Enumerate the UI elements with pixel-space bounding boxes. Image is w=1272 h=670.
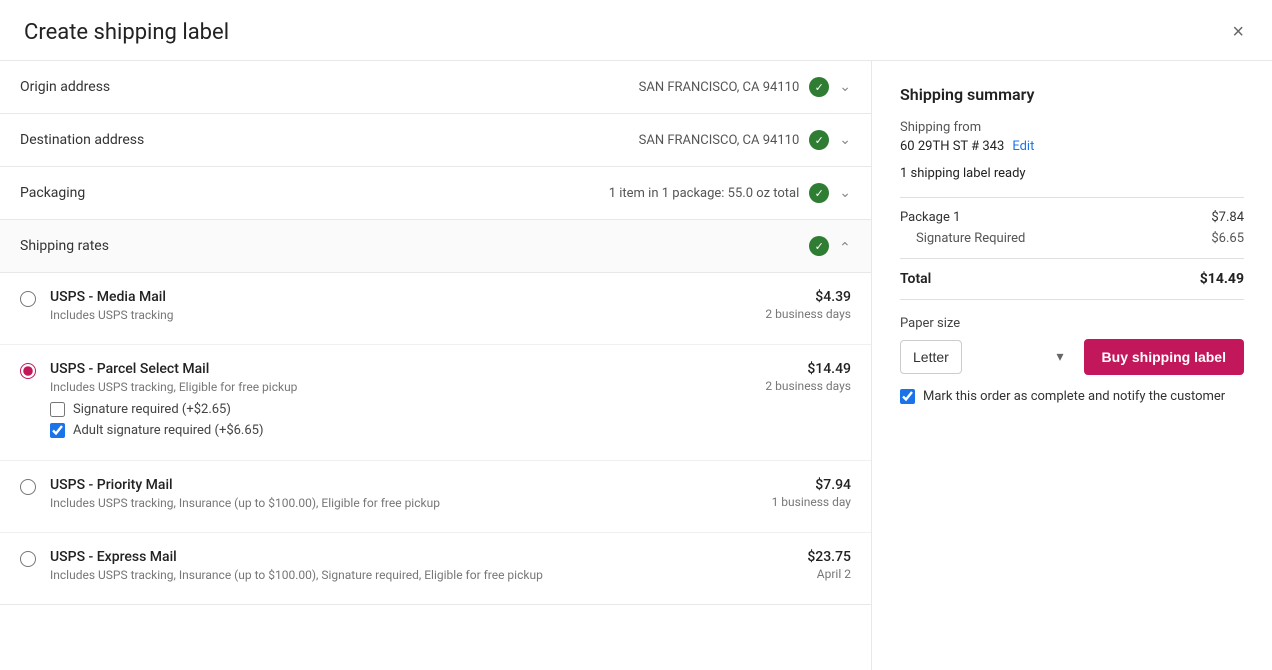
paper-size-select-wrapper: Letter 4x6 xyxy=(900,340,1074,374)
rate-price-usps-media-mail: $4.39 xyxy=(765,289,851,305)
rate-details-usps-express-mail: USPS - Express Mail Includes USPS tracki… xyxy=(50,549,791,588)
packaging-label: Packaging xyxy=(20,185,85,201)
summary-shipping-from-label: Shipping from xyxy=(900,120,1244,135)
rate-radio-usps-parcel-select[interactable] xyxy=(20,363,36,383)
packaging-section: Packaging 1 item in 1 package: 55.0 oz t… xyxy=(0,167,871,220)
rate-name-usps-priority-mail: USPS - Priority Mail xyxy=(50,477,756,493)
destination-address-chevron-icon: ⌄ xyxy=(839,132,851,148)
adult-sig-required-checkbox[interactable] xyxy=(50,423,65,438)
shipping-rates-check-icon: ✓ xyxy=(809,236,829,256)
rate-options-usps-parcel-select: Signature required (+$2.65) Adult signat… xyxy=(50,402,749,438)
modal-title: Create shipping label xyxy=(24,20,229,45)
rate-desc-usps-parcel-select: Includes USPS tracking, Eligible for fre… xyxy=(50,380,749,394)
notify-customer-label[interactable]: Mark this order as complete and notify t… xyxy=(923,389,1225,404)
shipping-rates-header[interactable]: Shipping rates ✓ ⌄ xyxy=(0,220,871,273)
rate-price-block-usps-media-mail: $4.39 2 business days xyxy=(765,289,851,321)
rate-radio-usps-express-mail[interactable] xyxy=(20,551,36,571)
rate-details-usps-media-mail: USPS - Media Mail Includes USPS tracking xyxy=(50,289,749,328)
rate-price-block-usps-priority-mail: $7.94 1 business day xyxy=(772,477,851,509)
rate-option-signature-required: Signature required (+$2.65) xyxy=(50,402,749,417)
adult-sig-required-label[interactable]: Adult signature required (+$6.65) xyxy=(73,423,264,438)
packaging-header[interactable]: Packaging 1 item in 1 package: 55.0 oz t… xyxy=(0,167,871,219)
destination-address-right: SAN FRANCISCO, CA 94110 ✓ ⌄ xyxy=(639,130,851,150)
rate-desc-usps-express-mail: Includes USPS tracking, Insurance (up to… xyxy=(50,568,791,582)
rate-days-usps-media-mail: 2 business days xyxy=(765,307,851,321)
shipping-rates-chevron-icon: ⌄ xyxy=(839,238,851,254)
origin-address-section: Origin address SAN FRANCISCO, CA 94110 ✓… xyxy=(0,61,871,114)
rate-item-usps-media-mail: USPS - Media Mail Includes USPS tracking… xyxy=(0,273,871,345)
rate-days-usps-parcel-select: 2 business days xyxy=(765,379,851,393)
summary-signature-price: $6.65 xyxy=(1211,231,1244,246)
rate-option-adult-sig-required: Adult signature required (+$6.65) xyxy=(50,423,749,438)
rate-price-usps-express-mail: $23.75 xyxy=(807,549,851,565)
rate-details-usps-parcel-select: USPS - Parcel Select Mail Includes USPS … xyxy=(50,361,749,444)
modal-header: Create shipping label × xyxy=(0,0,1272,61)
close-button[interactable]: × xyxy=(1228,18,1248,46)
packaging-value: 1 item in 1 package: 55.0 oz total xyxy=(609,186,800,201)
rate-name-usps-parcel-select: USPS - Parcel Select Mail xyxy=(50,361,749,377)
shipping-rates-section: Shipping rates ✓ ⌄ USPS - Media Mail Inc… xyxy=(0,220,871,605)
paper-size-select[interactable]: Letter 4x6 xyxy=(900,340,962,374)
rate-item-usps-express-mail: USPS - Express Mail Includes USPS tracki… xyxy=(0,533,871,604)
origin-address-right: SAN FRANCISCO, CA 94110 ✓ ⌄ xyxy=(639,77,851,97)
rate-price-block-usps-parcel-select: $14.49 2 business days xyxy=(765,361,851,393)
shipping-rates-label: Shipping rates xyxy=(20,238,109,254)
summary-package-label: Package 1 xyxy=(900,210,960,225)
summary-address: 60 29TH ST # 343 xyxy=(900,139,1004,154)
rate-price-block-usps-express-mail: $23.75 April 2 xyxy=(807,549,851,581)
buy-shipping-label-button[interactable]: Buy shipping label xyxy=(1084,339,1244,375)
right-panel: Shipping summary Shipping from 60 29TH S… xyxy=(872,61,1272,670)
summary-package-price: $7.84 xyxy=(1211,210,1244,225)
summary-total-amount: $14.49 xyxy=(1200,271,1244,287)
packaging-right: 1 item in 1 package: 55.0 oz total ✓ ⌄ xyxy=(609,183,851,203)
rate-days-usps-priority-mail: 1 business day xyxy=(772,495,851,509)
sig-required-label[interactable]: Signature required (+$2.65) xyxy=(73,402,231,417)
summary-signature-label: Signature Required xyxy=(916,231,1025,246)
rate-desc-usps-media-mail: Includes USPS tracking xyxy=(50,308,749,322)
rate-name-usps-express-mail: USPS - Express Mail xyxy=(50,549,791,565)
destination-address-label: Destination address xyxy=(20,132,144,148)
rate-item-usps-parcel-select: USPS - Parcel Select Mail Includes USPS … xyxy=(0,345,871,461)
rate-price-usps-parcel-select: $14.49 xyxy=(765,361,851,377)
summary-label-ready: 1 shipping label ready xyxy=(900,166,1244,181)
edit-address-link[interactable]: Edit xyxy=(1012,139,1034,154)
summary-total-line: Total $14.49 xyxy=(900,271,1244,287)
summary-title: Shipping summary xyxy=(900,85,1244,104)
destination-address-header[interactable]: Destination address SAN FRANCISCO, CA 94… xyxy=(0,114,871,166)
rate-details-usps-priority-mail: USPS - Priority Mail Includes USPS track… xyxy=(50,477,756,516)
packaging-check-icon: ✓ xyxy=(809,183,829,203)
summary-signature-line: Signature Required $6.65 xyxy=(900,231,1244,246)
destination-address-value: SAN FRANCISCO, CA 94110 xyxy=(639,133,800,148)
paper-size-label: Paper size xyxy=(900,316,1244,331)
rate-price-usps-priority-mail: $7.94 xyxy=(772,477,851,493)
rate-desc-usps-priority-mail: Includes USPS tracking, Insurance (up to… xyxy=(50,496,756,510)
origin-address-check-icon: ✓ xyxy=(809,77,829,97)
summary-divider-paper xyxy=(900,299,1244,300)
shipping-rates-header-right: ✓ ⌄ xyxy=(809,236,851,256)
destination-address-check-icon: ✓ xyxy=(809,130,829,150)
summary-total-label: Total xyxy=(900,271,931,287)
summary-divider-top xyxy=(900,197,1244,198)
rate-days-usps-express-mail: April 2 xyxy=(807,567,851,581)
sig-required-checkbox[interactable] xyxy=(50,402,65,417)
rate-name-usps-media-mail: USPS - Media Mail xyxy=(50,289,749,305)
origin-address-value: SAN FRANCISCO, CA 94110 xyxy=(639,80,800,95)
left-panel: Origin address SAN FRANCISCO, CA 94110 ✓… xyxy=(0,61,872,670)
paper-size-row: Letter 4x6 Buy shipping label xyxy=(900,339,1244,375)
origin-address-header[interactable]: Origin address SAN FRANCISCO, CA 94110 ✓… xyxy=(0,61,871,113)
notify-customer-checkbox[interactable] xyxy=(900,389,915,404)
origin-address-chevron-icon: ⌄ xyxy=(839,79,851,95)
summary-package-line: Package 1 $7.84 xyxy=(900,210,1244,225)
rate-radio-usps-media-mail[interactable] xyxy=(20,291,36,311)
rate-radio-usps-priority-mail[interactable] xyxy=(20,479,36,499)
notify-row: Mark this order as complete and notify t… xyxy=(900,389,1244,404)
packaging-chevron-icon: ⌄ xyxy=(839,185,851,201)
summary-address-row: 60 29TH ST # 343 Edit xyxy=(900,139,1244,154)
rate-item-usps-priority-mail: USPS - Priority Mail Includes USPS track… xyxy=(0,461,871,533)
destination-address-section: Destination address SAN FRANCISCO, CA 94… xyxy=(0,114,871,167)
origin-address-label: Origin address xyxy=(20,79,110,95)
modal-body: Origin address SAN FRANCISCO, CA 94110 ✓… xyxy=(0,61,1272,670)
summary-divider-bottom xyxy=(900,258,1244,259)
